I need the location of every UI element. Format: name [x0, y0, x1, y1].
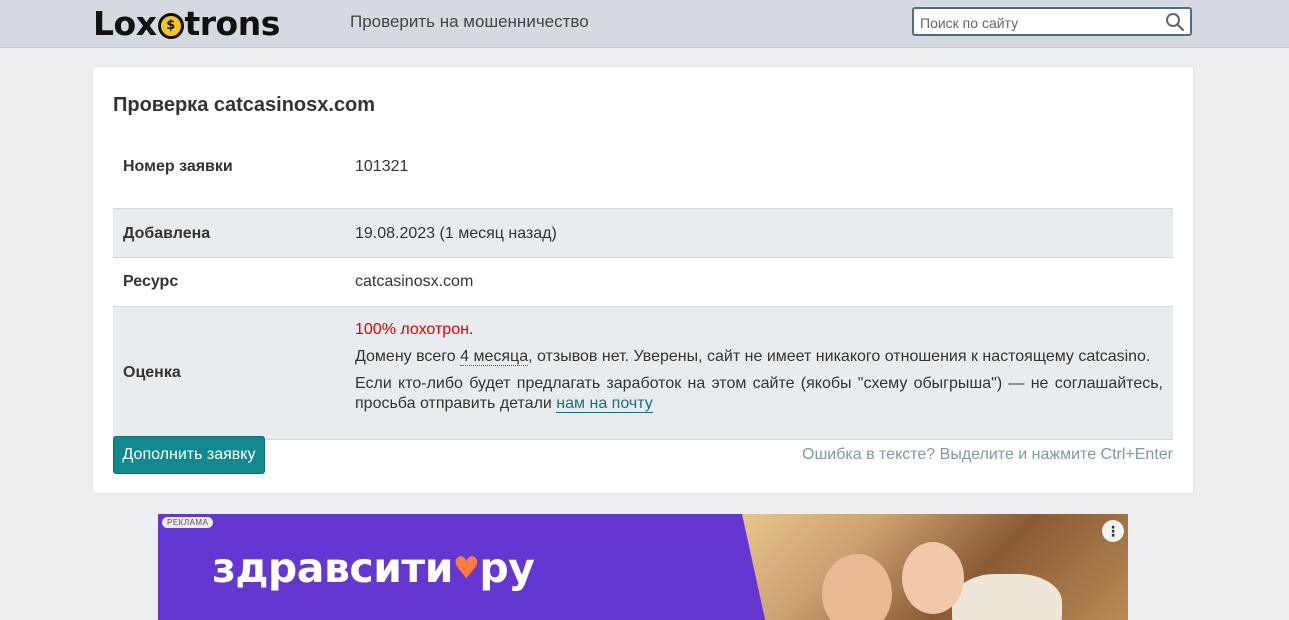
row-value: 101321	[355, 158, 409, 175]
row-value: 19.08.2023 (1 месяц назад)	[355, 225, 557, 242]
table-row-assessment: Оценка 100% лохотрон. Домену всего 4 мес…	[113, 307, 1173, 440]
verdict-text: 100% лохотрон.	[355, 321, 474, 338]
assessment-text: 100% лохотрон. Домену всего 4 месяца, от…	[355, 320, 1163, 421]
domain-age-text: Домену всего 4 месяца, отзывов нет. Увер…	[355, 347, 1163, 367]
row-key: Добавлена	[123, 225, 211, 242]
heart-icon: ♥	[452, 551, 480, 586]
ad-options-icon[interactable]: ⋮	[1102, 520, 1124, 542]
ad-brand-logo: здравсити♥ру	[212, 544, 535, 592]
text-fragment: , отзывов нет. Уверены, сайт не имеет ни…	[528, 348, 1151, 365]
ad-photo-shape	[822, 554, 892, 620]
ad-banner[interactable]: РЕКЛАМА здравсити♥ру ⋮	[158, 514, 1128, 620]
logo-text-left: Lox	[93, 3, 157, 43]
brand-text-right: ру	[479, 544, 535, 592]
site-logo[interactable]: Lox trons	[93, 3, 280, 43]
logo-text-right: trons	[184, 3, 281, 43]
table-row-added: Добавлена 19.08.2023 (1 месяц назад)	[113, 209, 1173, 258]
warning-text: Если кто-либо будет предлагать заработок…	[355, 374, 1163, 414]
text-fragment: Домену всего	[355, 348, 461, 365]
ad-photo	[742, 514, 1128, 620]
check-card: Проверка catcasinosx.com Номер заявки 10…	[93, 67, 1193, 493]
row-key: Оценка	[123, 364, 181, 381]
search-icon[interactable]	[1165, 12, 1185, 32]
ad-photo-shape	[952, 574, 1062, 620]
row-key: Ресурс	[123, 273, 179, 290]
top-bar: Lox trons Проверить на мошенничество	[0, 0, 1289, 48]
page-title: Проверка catcasinosx.com	[113, 94, 376, 116]
domain-age-link[interactable]: 4 месяца	[460, 348, 529, 366]
coin-icon	[157, 13, 184, 39]
email-us-link[interactable]: нам на почту	[556, 395, 653, 413]
search-input[interactable]	[918, 11, 1162, 34]
text-fragment: Если кто-либо будет предлагать заработок…	[355, 375, 1163, 412]
row-key: Номер заявки	[123, 158, 233, 175]
typo-hint: Ошибка в тексте? Выделите и нажмите Ctrl…	[802, 446, 1173, 463]
search-box	[912, 7, 1192, 36]
table-row-resource: Ресурс catcasinosx.com	[113, 258, 1173, 307]
row-value: catcasinosx.com	[355, 273, 474, 290]
table-row-request-number: Номер заявки 101321	[113, 158, 1173, 209]
nav-check-fraud[interactable]: Проверить на мошенничество	[350, 12, 589, 32]
ad-photo-shape	[902, 542, 964, 614]
details-table: Номер заявки 101321 Добавлена 19.08.2023…	[113, 158, 1173, 440]
brand-text-left: здравсити	[212, 544, 453, 592]
ad-label-badge: РЕКЛАМА	[162, 517, 214, 528]
supplement-request-button[interactable]: Дополнить заявку	[113, 436, 265, 474]
